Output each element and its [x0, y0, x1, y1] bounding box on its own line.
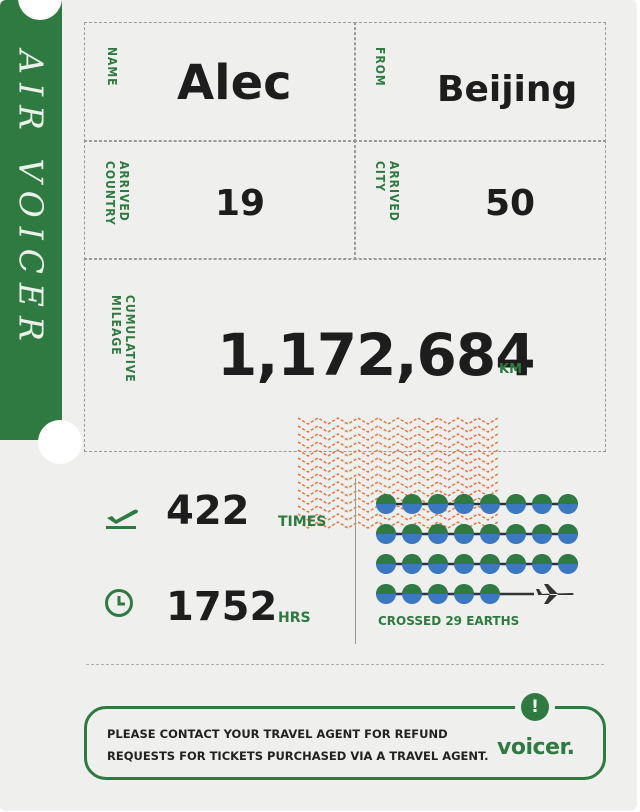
flights-value: 422 [166, 488, 250, 534]
mileage-value: 1,172,684 [217, 321, 536, 389]
earth-globe-icon [402, 584, 422, 604]
earth-globe-icon [532, 494, 552, 514]
earth-globe-icon [558, 494, 578, 514]
earth-globe-icon [454, 554, 474, 574]
divider-line [355, 478, 356, 644]
earth-globe-icon [428, 554, 448, 574]
clock-icon [105, 589, 133, 617]
earth-globe-icon [402, 524, 422, 544]
earth-globe-icon [376, 584, 396, 604]
arrived-country-value: 19 [215, 183, 266, 224]
ticket-card: AIR VOICER NAME Alec FROM Beijing ARRIVE… [0, 0, 636, 810]
earth-globe-icon [428, 524, 448, 544]
airplane-takeoff-icon [106, 509, 138, 529]
earth-globe-icon [506, 494, 526, 514]
from-box: FROM Beijing [354, 22, 606, 142]
arrived-city-box: ARRIVED CITY 50 [354, 140, 606, 260]
earth-globe-icon [376, 524, 396, 544]
earth-globe-icon [402, 554, 422, 574]
hours-value: 1752 [166, 584, 278, 630]
ticket-stub: AIR VOICER [0, 0, 62, 440]
earth-globe-icon [506, 524, 526, 544]
exclamation-icon: ! [521, 693, 549, 721]
name-box: NAME Alec [84, 22, 356, 142]
from-value: Beijing [437, 69, 578, 110]
earth-globe-icon [480, 494, 500, 514]
earth-globe-icon [506, 554, 526, 574]
earth-globe-icon [428, 494, 448, 514]
earth-globe-icon [558, 524, 578, 544]
earth-globe-icon [532, 554, 552, 574]
section-divider [86, 664, 604, 665]
earth-globe-icon [428, 584, 448, 604]
earth-globe-icon [376, 494, 396, 514]
earth-globe-icon [558, 554, 578, 574]
earth-globe-icon [480, 554, 500, 574]
flights-unit: TIMES [278, 514, 327, 530]
arrived-country-box: ARRIVED COUNTRY 19 [84, 140, 356, 260]
notice-text: PLEASE CONTACT YOUR TRAVEL AGENT FOR REF… [107, 723, 489, 767]
earth-globe-icon [480, 524, 500, 544]
earth-globe-icon [454, 494, 474, 514]
ticket-notch [38, 420, 82, 464]
crossed-earths-label: CROSSED 29 EARTHS [378, 614, 520, 628]
name-value: Alec [177, 55, 292, 111]
stub-title: AIR VOICER [11, 50, 51, 350]
notice-line-2: REQUESTS FOR TICKETS PURCHASED VIA A TRA… [107, 749, 489, 763]
earth-globe-icon [532, 524, 552, 544]
notice-line-1: PLEASE CONTACT YOUR TRAVEL AGENT FOR REF… [107, 727, 448, 741]
airplane-icon [536, 584, 574, 604]
from-label: FROM [373, 47, 387, 87]
hours-unit: HRS [278, 610, 311, 626]
earth-globe-icon [402, 494, 422, 514]
mileage-unit: KM [499, 362, 523, 377]
arrived-country-label: ARRIVED COUNTRY [103, 161, 131, 226]
earth-globes-grid [376, 494, 578, 604]
mileage-label: CUMULATIVE MILEAGE [109, 295, 137, 383]
refund-notice: ! PLEASE CONTACT YOUR TRAVEL AGENT FOR R… [84, 687, 606, 780]
arrived-city-value: 50 [485, 183, 536, 224]
arrived-city-label: ARRIVED CITY [373, 161, 401, 222]
earth-globe-icon [480, 584, 500, 604]
earth-globe-icon [376, 554, 396, 574]
earth-globe-icon [454, 584, 474, 604]
brand-logo: voicer. [497, 735, 575, 760]
alert-badge: ! [515, 687, 555, 727]
earth-globe-icon [454, 524, 474, 544]
name-label: NAME [105, 47, 119, 87]
